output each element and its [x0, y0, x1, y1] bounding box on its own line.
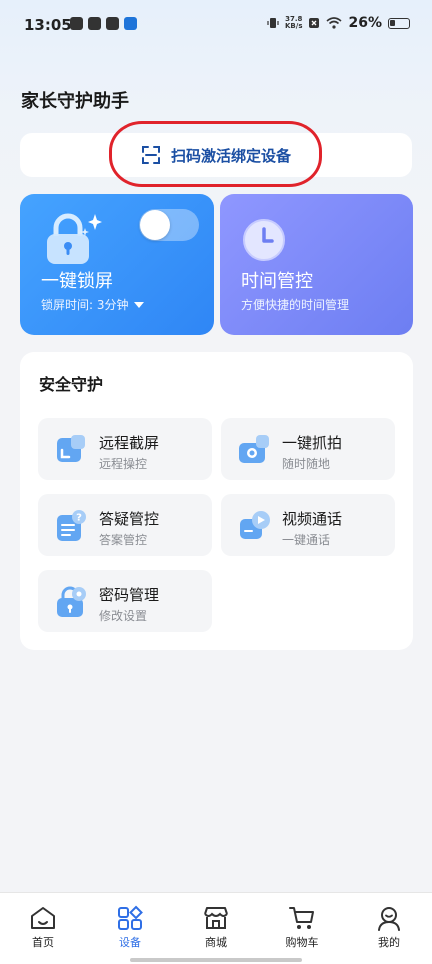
lock-time-select[interactable]: 锁屏时间: 3分钟 — [41, 296, 145, 313]
scan-activate-label: 扫码激活绑定设备 — [170, 146, 291, 165]
video-call-name: 视频通话 — [282, 510, 343, 528]
lock-toggle[interactable] — [139, 209, 199, 241]
clock-icon — [243, 219, 285, 261]
lock-time-label: 锁屏时间: 3分钟 — [41, 298, 129, 312]
video-call-icon — [240, 511, 270, 539]
lock-toggle-knob — [140, 210, 170, 240]
security-panel: 安全守护 远程截屏 远程操控 一键抓拍 随时随地 ? 答疑管控 答案管控 视频通… — [20, 352, 413, 650]
nav-devices[interactable]: 设备 — [100, 905, 160, 950]
wifi-icon — [326, 17, 343, 29]
screenshot-icon — [57, 435, 85, 462]
password-manage-item[interactable]: 密码管理 修改设置 — [38, 570, 212, 632]
battery-percent: 26% — [348, 15, 382, 31]
qa-control-name: 答疑管控 — [99, 510, 160, 528]
app-notification-icon — [70, 17, 83, 30]
nav-store[interactable]: 商城 — [186, 905, 246, 950]
chevron-down-icon — [133, 301, 144, 308]
video-call-desc: 一键通话 — [282, 533, 331, 547]
home-indicator[interactable] — [130, 958, 302, 962]
alipay-notification-icon — [124, 17, 137, 30]
page-title: 家长守护助手 — [21, 91, 129, 112]
net-speed-unit: KB/s — [285, 22, 303, 30]
qa-icon: ? — [57, 510, 86, 541]
one-key-snapshot-name: 一键抓拍 — [282, 434, 343, 452]
one-key-lock-card[interactable]: 一键锁屏 锁屏时间: 3分钟 — [20, 194, 214, 335]
security-title: 安全守护 — [39, 375, 104, 394]
nav-home-label: 首页 — [32, 936, 54, 949]
nav-devices-label: 设备 — [119, 936, 141, 949]
profile-icon — [378, 907, 400, 931]
status-time: 13:05 — [24, 16, 72, 34]
vibrate-icon — [267, 18, 279, 28]
nav-store-label: 商城 — [205, 936, 227, 949]
notification-icons — [70, 17, 137, 30]
one-key-snapshot-item[interactable]: 一键抓拍 随时随地 — [221, 418, 395, 480]
no-sim-icon — [309, 18, 320, 28]
message-notification-icon — [106, 17, 119, 30]
time-control-card[interactable]: 时间管控 方便快捷的时间管理 — [220, 194, 413, 335]
camera-icon — [239, 435, 269, 463]
password-manage-name: 密码管理 — [99, 586, 160, 604]
time-card-title: 时间管控 — [241, 271, 313, 292]
lock-card-title: 一键锁屏 — [41, 271, 113, 292]
scan-activate-button[interactable]: 扫码激活绑定设备 — [20, 133, 412, 177]
qa-control-desc: 答案管控 — [99, 533, 148, 547]
store-icon — [204, 907, 228, 929]
password-icon — [57, 586, 86, 617]
scan-icon — [141, 146, 160, 164]
bottom-nav: 首页 设备 商城 购物车 我的 — [0, 892, 432, 964]
nav-home[interactable]: 首页 — [13, 905, 73, 950]
devices-icon — [118, 905, 143, 930]
remote-screenshot-item[interactable]: 远程截屏 远程操控 — [38, 418, 212, 480]
status-bar: 13:05 37.8 KB/s 26% — [0, 0, 432, 52]
battery-icon — [388, 17, 410, 29]
time-card-subtitle: 方便快捷的时间管理 — [241, 296, 349, 313]
password-manage-desc: 修改设置 — [99, 609, 148, 623]
nav-cart-label: 购物车 — [285, 936, 319, 949]
nav-profile-label: 我的 — [378, 936, 400, 949]
time-card-desc: 方便快捷的时间管理 — [241, 298, 350, 312]
remote-screenshot-desc: 远程操控 — [99, 457, 148, 471]
nav-cart[interactable]: 购物车 — [272, 905, 332, 950]
remote-screenshot-name: 远程截屏 — [99, 434, 160, 452]
nav-profile[interactable]: 我的 — [359, 905, 419, 950]
video-notification-icon — [88, 17, 101, 30]
status-right: 37.8 KB/s 26% — [267, 15, 410, 31]
lock-icon — [47, 213, 102, 264]
one-key-snapshot-desc: 随时随地 — [282, 457, 331, 471]
video-call-item[interactable]: 视频通话 一键通话 — [221, 494, 395, 556]
net-speed: 37.8 KB/s — [285, 16, 302, 30]
qa-control-item[interactable]: ? 答疑管控 答案管控 — [38, 494, 212, 556]
home-icon — [31, 907, 55, 929]
svg-text:?: ? — [76, 513, 82, 524]
cart-icon — [289, 907, 314, 929]
